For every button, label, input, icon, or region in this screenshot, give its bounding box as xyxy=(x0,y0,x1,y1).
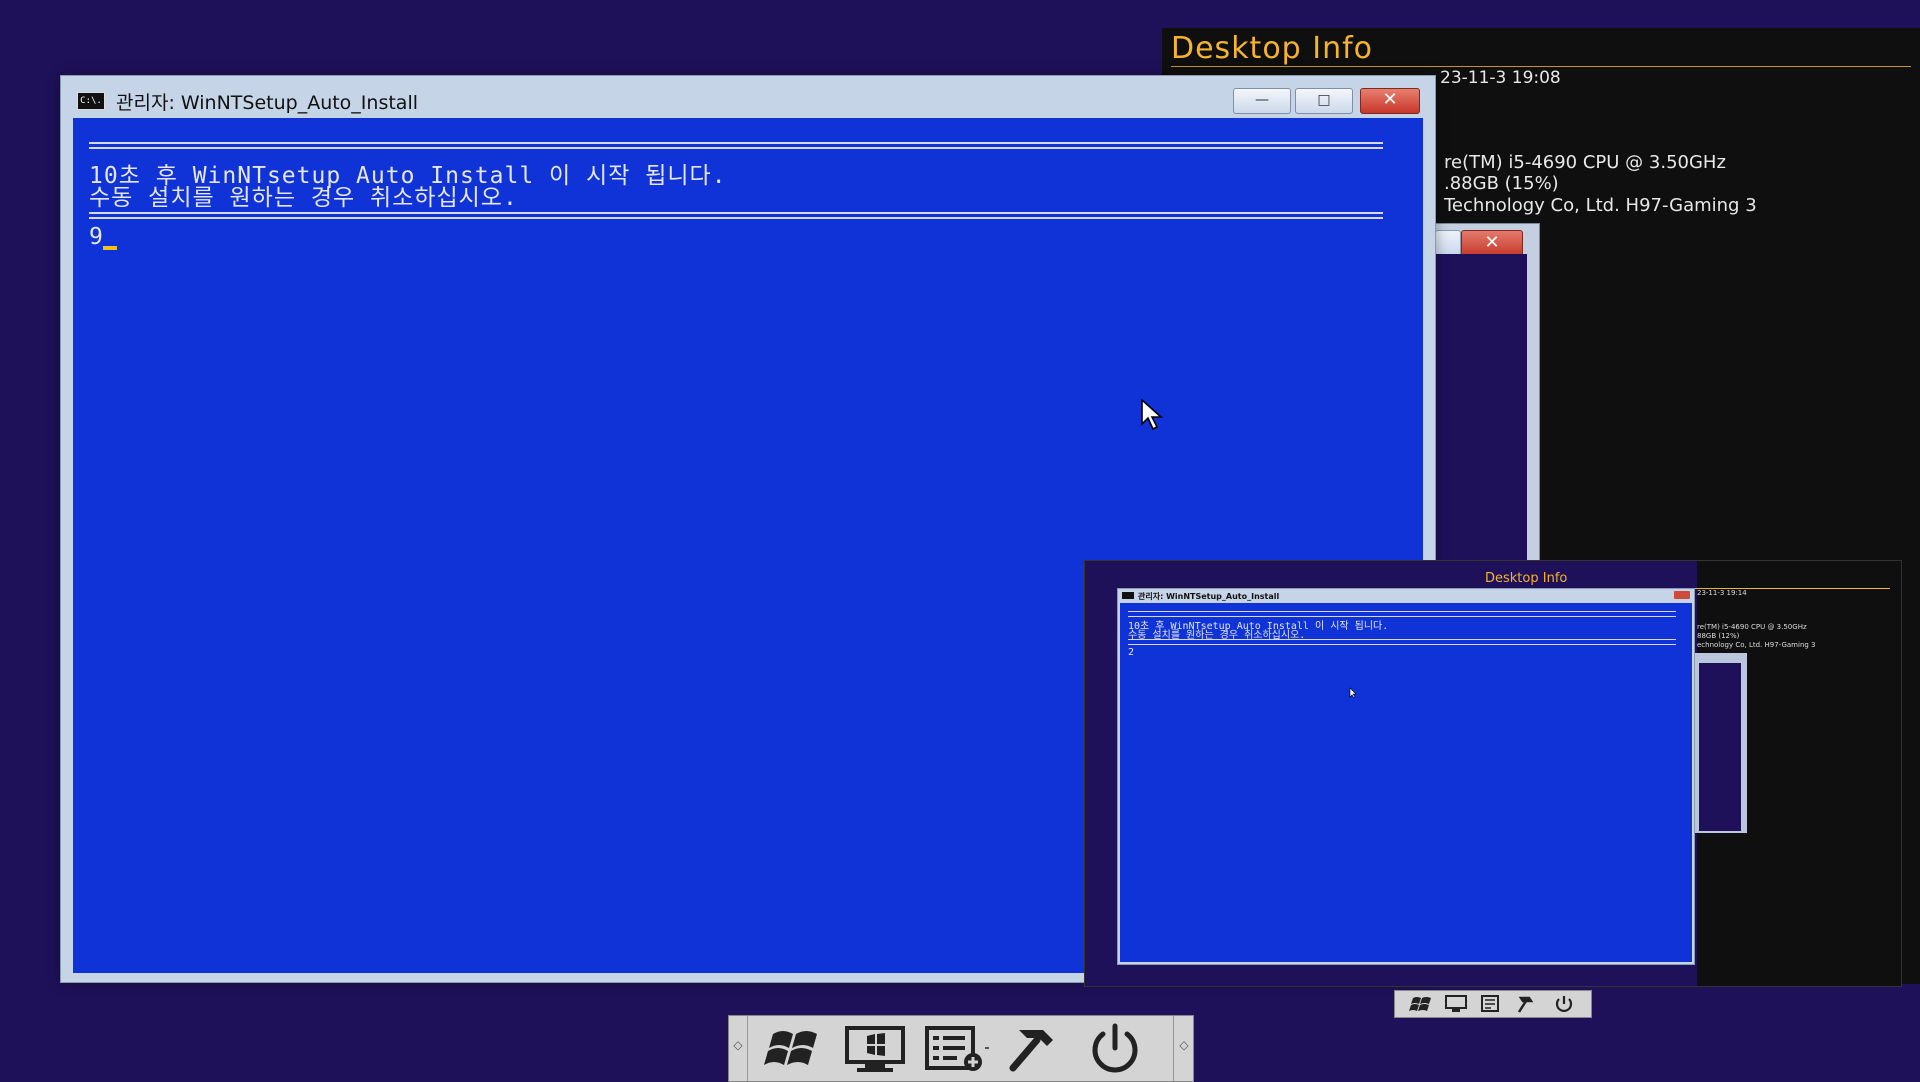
thumbnail-monitor-icon xyxy=(1445,995,1467,1012)
close-button[interactable]: ✕ xyxy=(1360,88,1420,114)
thumbnail-desktop-info-memory: 88GB (12%) xyxy=(1697,632,1740,640)
desktop-info-cpu: re(TM) i5-4690 CPU @ 3.50GHz xyxy=(1444,152,1726,173)
monitor-icon[interactable] xyxy=(839,1022,911,1074)
thumbnail-desktop-info-board: echnology Co, Ltd. H97-Gaming 3 xyxy=(1697,641,1816,649)
desktop-info-board: Technology Co, Ltd. H97-Gaming 3 xyxy=(1444,195,1757,216)
cmd-window-icon: C:\. xyxy=(77,92,105,110)
thumbnail-console-output: 10초 후 WinNTsetup Auto Install 이 시작 됩니다. … xyxy=(1120,603,1692,962)
windows-start-icon[interactable] xyxy=(759,1022,831,1074)
thumbnail-windows-icon xyxy=(1409,997,1431,1011)
desktop-info-memory: .88GB (15%) xyxy=(1444,173,1559,194)
desktop-info-divider xyxy=(1171,66,1911,67)
thumbnail-cmd-title: 관리자: WinNTSetup_Auto_Install xyxy=(1138,592,1280,601)
thumbnail-hammer-icon xyxy=(1517,996,1534,1013)
cmd-window-title: 관리자: WinNTSetup_Auto_Install xyxy=(116,92,419,114)
thumbnail-background-window xyxy=(1695,653,1747,833)
thumbnail-power-icon xyxy=(1555,996,1573,1012)
thumbnail-close-icon xyxy=(1674,591,1690,599)
text-cursor xyxy=(103,246,117,250)
thumbnail-mouse-pointer-icon xyxy=(1349,687,1357,699)
task-list-icon[interactable] xyxy=(921,1022,993,1074)
thumbnail-desktop-info-title: Desktop Info xyxy=(1485,571,1568,586)
countdown-value: 9 xyxy=(89,224,104,250)
console-separator xyxy=(89,142,1383,150)
thumbnail-countdown-value: 2 xyxy=(1128,647,1135,658)
thumbnail-console-separator xyxy=(1128,639,1676,645)
thumbnail-cmd-icon xyxy=(1122,592,1134,599)
window-thumbnail-preview[interactable]: Desktop Info 23-11-3 19:14 re(TM) i5-469… xyxy=(1084,560,1902,987)
thumbnail-task-list-icon xyxy=(1481,995,1499,1012)
thumbnail-cmd-window: 관리자: WinNTSetup_Auto_Install 10초 후 WinNT… xyxy=(1117,588,1695,965)
minimize-button[interactable]: — xyxy=(1233,88,1291,114)
taskbar[interactable]: ◇ ◇ xyxy=(728,1015,1194,1082)
desktop-info-title: Desktop Info xyxy=(1171,31,1374,66)
background-window-close-button[interactable]: ✕ xyxy=(1461,230,1523,256)
background-window-button[interactable] xyxy=(1435,230,1461,256)
hammer-icon[interactable] xyxy=(999,1022,1071,1074)
cmd-titlebar[interactable]: C:\. 관리자: WinNTSetup_Auto_Install — □ ✕ xyxy=(61,76,1435,118)
thumbnail-desktop-info-cpu: re(TM) i5-4690 CPU @ 3.50GHz xyxy=(1697,623,1807,631)
thumbnail-taskbar xyxy=(1394,990,1592,1018)
console-line: 수동 설치를 원하는 경우 취소하십시오. xyxy=(89,185,518,211)
power-icon[interactable] xyxy=(1079,1022,1151,1074)
taskbar-right-arrow[interactable]: ◇ xyxy=(1175,1038,1193,1052)
console-separator xyxy=(89,212,1383,220)
maximize-button[interactable]: □ xyxy=(1295,88,1353,114)
mouse-pointer-icon xyxy=(1141,398,1164,431)
thumbnail-desktop-info-date: 23-11-3 19:14 xyxy=(1697,589,1747,597)
taskbar-left-arrow[interactable]: ◇ xyxy=(729,1038,747,1052)
desktop-info-date: 23-11-3 19:08 xyxy=(1440,68,1561,88)
